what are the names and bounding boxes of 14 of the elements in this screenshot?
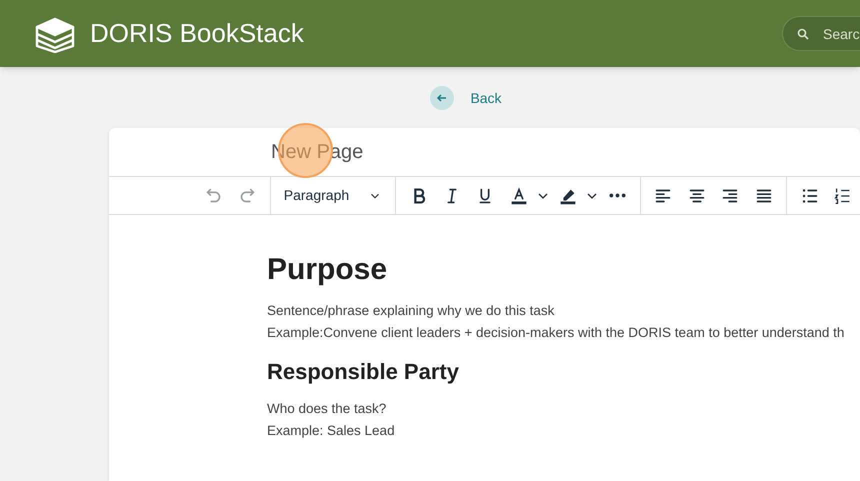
caret-icon bbox=[587, 192, 598, 198]
more-icon bbox=[608, 193, 626, 198]
block-format-dropdown[interactable]: Paragraph bbox=[276, 180, 389, 210]
paragraph: Sentence/phrase explaining why we do this task bbox=[267, 302, 556, 320]
caret-icon bbox=[538, 192, 548, 198]
search-icon bbox=[797, 28, 809, 40]
paragraph: Who does the task? bbox=[267, 400, 388, 418]
search-field[interactable]: Searc bbox=[782, 16, 860, 51]
back-link[interactable]: Back bbox=[430, 86, 502, 110]
paragraph: Example:Convene client leaders + decision-makers with the DORIS team to better understand th bbox=[267, 324, 846, 342]
paragraph: Example: Sales Lead bbox=[267, 422, 396, 440]
app-title: DORIS BookStack bbox=[90, 17, 304, 50]
subheading: Responsible Party bbox=[267, 358, 460, 386]
heading: Purpose bbox=[267, 252, 388, 288]
